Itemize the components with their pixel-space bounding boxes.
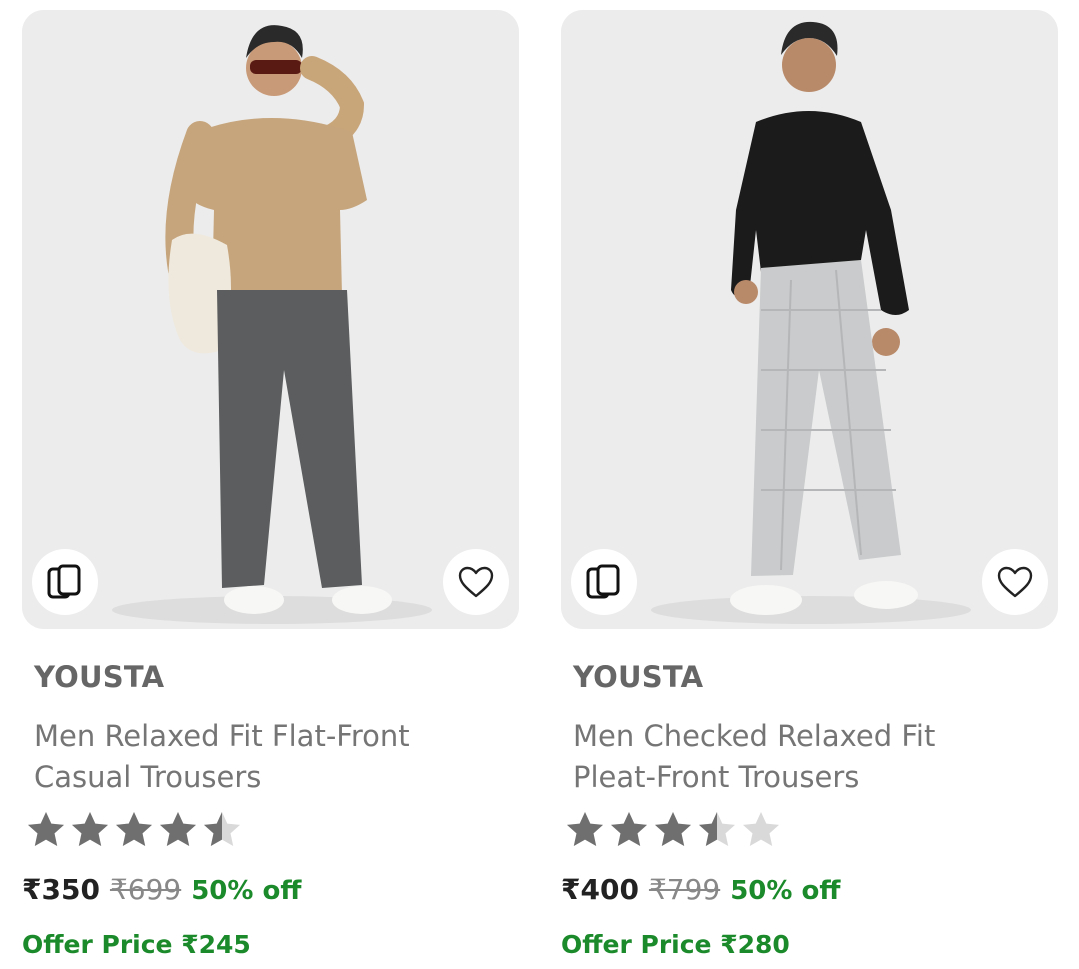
product-title[interactable]: Men Checked Relaxed Fit Pleat-Front Trou…: [573, 716, 1053, 798]
product-title[interactable]: Men Relaxed Fit Flat-Front Casual Trouse…: [34, 716, 514, 798]
similar-products-icon: [47, 564, 81, 599]
star-icon: [160, 812, 196, 846]
product-card[interactable]: YOUSTA Men Checked Relaxed Fit Pleat-Fro…: [561, 10, 1058, 959]
product-card[interactable]: YOUSTA Men Relaxed Fit Flat-Front Casual…: [22, 10, 519, 959]
star-icon: [204, 812, 240, 846]
price-row: ₹350 ₹699 50% off: [22, 873, 301, 906]
star-icon: [611, 812, 647, 846]
product-title-line1: Men Checked Relaxed Fit: [573, 719, 936, 753]
wishlist-button[interactable]: [443, 549, 509, 615]
product-title-line2: Pleat-Front Trousers: [573, 760, 860, 794]
brand-name: YOUSTA: [573, 660, 704, 694]
product-photo: [561, 10, 1058, 629]
selling-price: ₹400: [561, 873, 639, 906]
star-icon: [699, 812, 735, 846]
offer-price: Offer Price ₹280: [561, 930, 790, 959]
similar-products-icon: [586, 564, 620, 599]
product-image[interactable]: [22, 10, 519, 629]
similar-products-button[interactable]: [571, 549, 637, 615]
original-price: ₹699: [109, 873, 182, 906]
rating-stars: [565, 810, 781, 850]
star-icon: [28, 812, 64, 846]
star-icon: [743, 812, 779, 846]
product-image[interactable]: [561, 10, 1058, 629]
rating-stars: [26, 810, 242, 850]
selling-price: ₹350: [22, 873, 100, 906]
wishlist-button[interactable]: [982, 549, 1048, 615]
original-price: ₹799: [648, 873, 721, 906]
star-icon: [655, 812, 691, 846]
product-title-line1: Men Relaxed Fit Flat-Front: [34, 719, 410, 753]
heart-icon: [997, 566, 1033, 598]
product-photo: [22, 10, 519, 629]
offer-price: Offer Price ₹245: [22, 930, 251, 959]
price-row: ₹400 ₹799 50% off: [561, 873, 840, 906]
discount-badge: 50% off: [730, 876, 841, 906]
product-title-line2: Casual Trousers: [34, 760, 262, 794]
similar-products-button[interactable]: [32, 549, 98, 615]
star-icon: [116, 812, 152, 846]
discount-badge: 50% off: [191, 876, 302, 906]
star-icon: [72, 812, 108, 846]
heart-icon: [458, 566, 494, 598]
star-icon: [567, 812, 603, 846]
brand-name: YOUSTA: [34, 660, 165, 694]
